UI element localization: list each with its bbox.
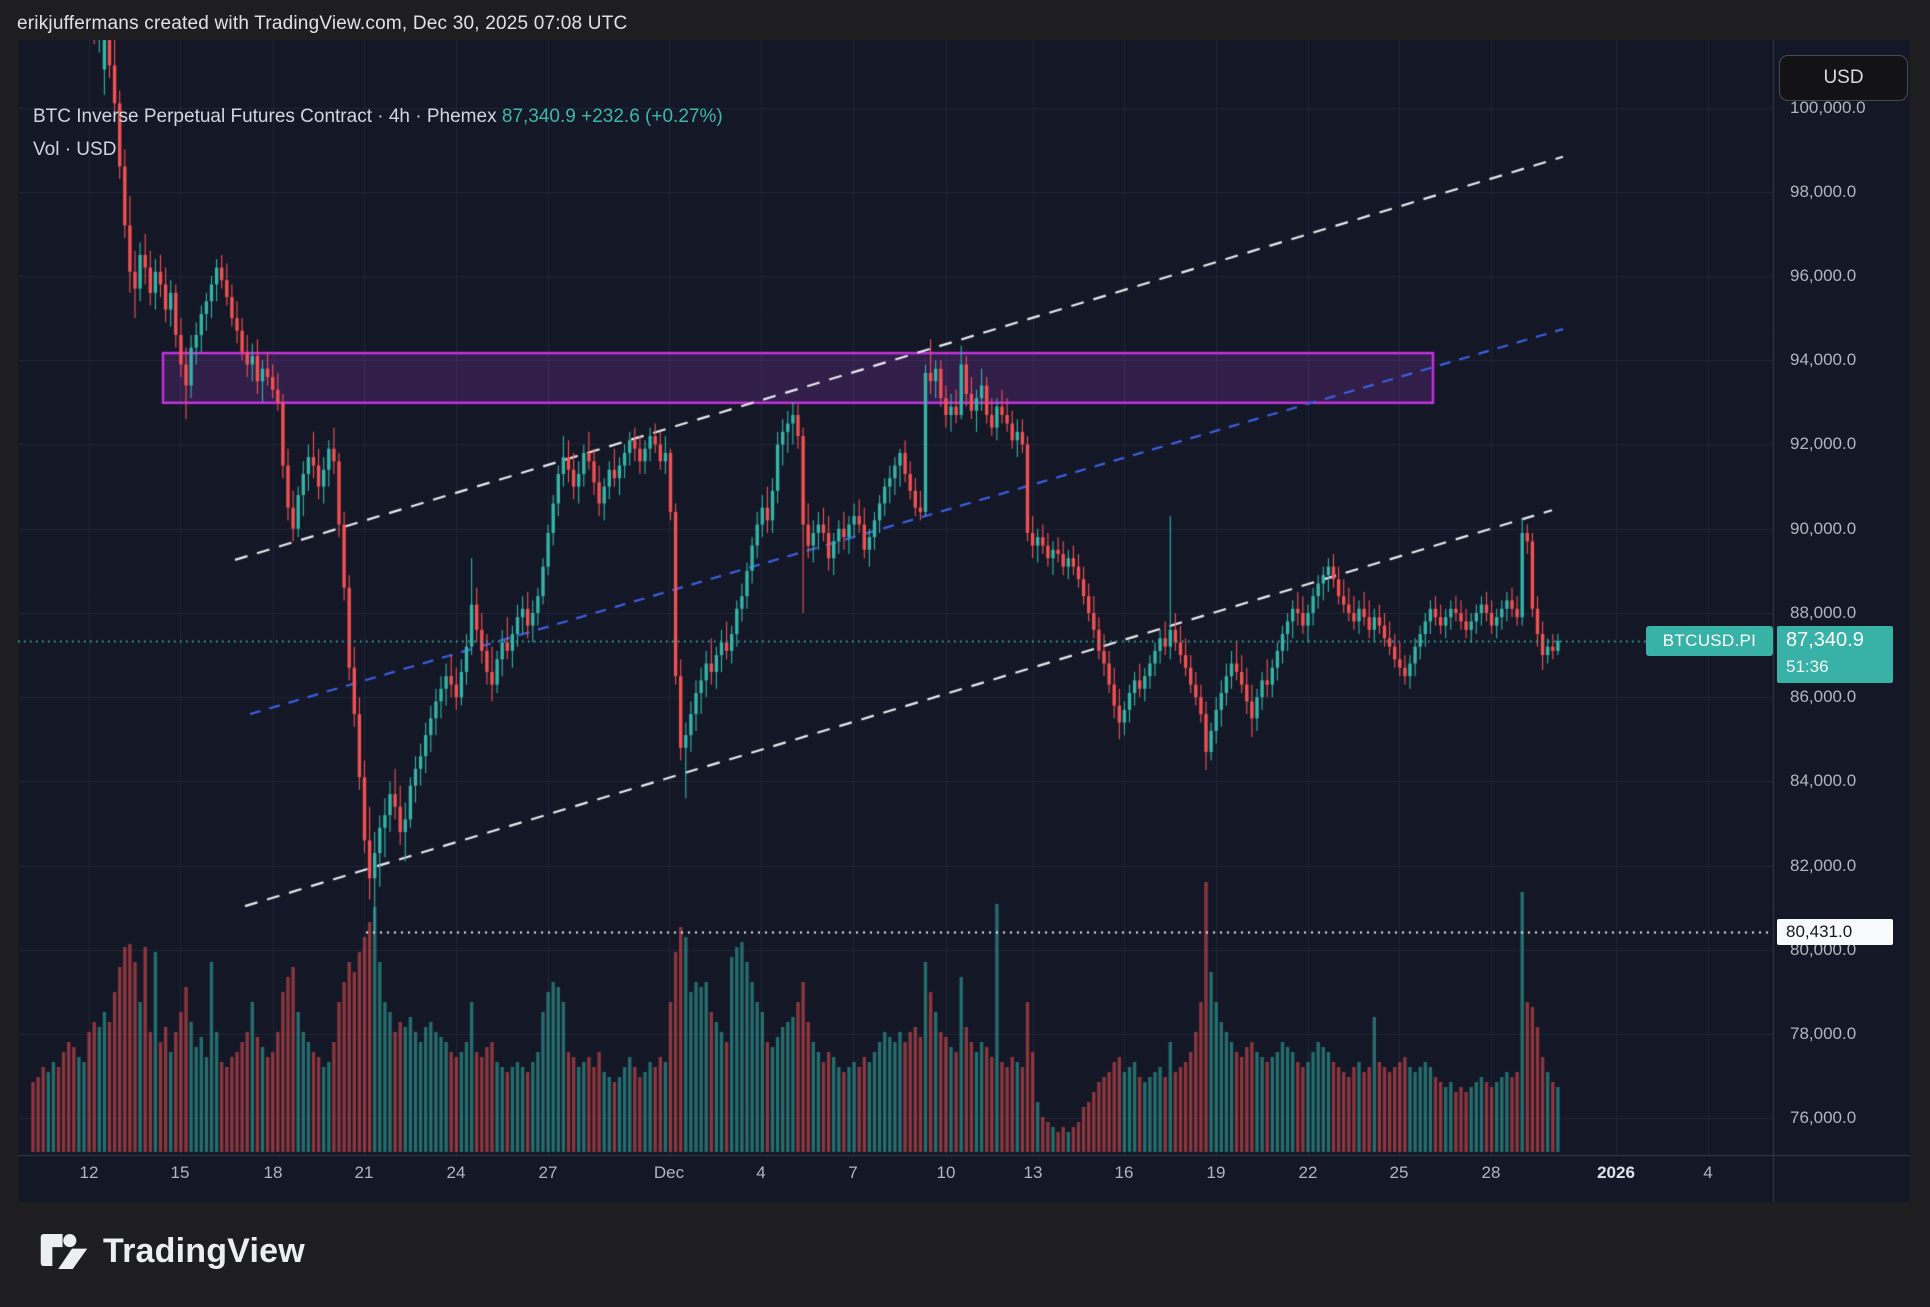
last-price-axis-value: 87,340.9 <box>1786 626 1893 655</box>
chart-pane[interactable]: BTC Inverse Perpetual Futures Contract ·… <box>18 40 1910 1202</box>
time-axis-label: 12 <box>80 1163 99 1183</box>
attribution-text: erikjuffermans created with TradingView.… <box>17 13 627 35</box>
time-axis-label: 27 <box>539 1163 558 1183</box>
time-axis-label: 18 <box>264 1163 283 1183</box>
price-axis-label: 96,000.0 <box>1790 266 1908 286</box>
price-axis-label: 86,000.0 <box>1790 687 1908 707</box>
time-axis-label: 7 <box>848 1163 857 1183</box>
price-change-value: +232.6 (+0.27%) <box>581 106 723 127</box>
price-axis-label: 88,000.0 <box>1790 603 1908 623</box>
time-axis-label: 24 <box>447 1163 466 1183</box>
time-axis-label: 4 <box>756 1163 765 1183</box>
price-axis-label: 84,000.0 <box>1790 771 1908 791</box>
time-axis-label: Dec <box>654 1163 684 1183</box>
volume-indicator-label[interactable]: Vol · USD <box>33 139 116 161</box>
symbol-price-tag: BTCUSD.PI <box>1646 626 1773 656</box>
chart-legend[interactable]: BTC Inverse Perpetual Futures Contract ·… <box>33 106 723 128</box>
time-axis-label: 15 <box>171 1163 190 1183</box>
price-axis-label: 92,000.0 <box>1790 434 1908 454</box>
price-chart-canvas[interactable] <box>18 40 1910 1202</box>
time-axis-label: 21 <box>355 1163 374 1183</box>
symbol-title: BTC Inverse Perpetual Futures Contract ·… <box>33 106 497 127</box>
time-axis-label: 2026 <box>1597 1163 1635 1183</box>
bar-countdown: 51:36 <box>1786 655 1893 679</box>
price-axis-label: 90,000.0 <box>1790 519 1908 539</box>
tradingview-logo[interactable]: TradingView <box>40 1232 305 1271</box>
time-axis-label: 25 <box>1390 1163 1409 1183</box>
price-axis-label: 76,000.0 <box>1790 1108 1908 1128</box>
last-price-value: 87,340.9 <box>502 106 576 127</box>
time-axis-label: 16 <box>1115 1163 1134 1183</box>
time-axis-label: 10 <box>937 1163 956 1183</box>
last-price-axis-box: 87,340.9 51:36 <box>1777 626 1893 683</box>
time-axis-label: 19 <box>1207 1163 1226 1183</box>
price-axis-label: 78,000.0 <box>1790 1024 1908 1044</box>
tradingview-chart-page: erikjuffermans created with TradingView.… <box>0 0 1930 1307</box>
time-axis-label: 13 <box>1024 1163 1043 1183</box>
tradingview-logo-text: TradingView <box>103 1232 305 1271</box>
currency-toggle-button[interactable]: USD <box>1779 55 1908 101</box>
price-axis-label: 98,000.0 <box>1790 182 1908 202</box>
price-axis-label: 94,000.0 <box>1790 350 1908 370</box>
time-axis-label: 28 <box>1482 1163 1501 1183</box>
time-axis-label: 22 <box>1299 1163 1318 1183</box>
tradingview-logo-icon <box>40 1234 88 1269</box>
low-ray-axis-label: 80,431.0 <box>1777 919 1893 945</box>
time-axis-label: 4 <box>1703 1163 1712 1183</box>
price-axis-label: 82,000.0 <box>1790 856 1908 876</box>
